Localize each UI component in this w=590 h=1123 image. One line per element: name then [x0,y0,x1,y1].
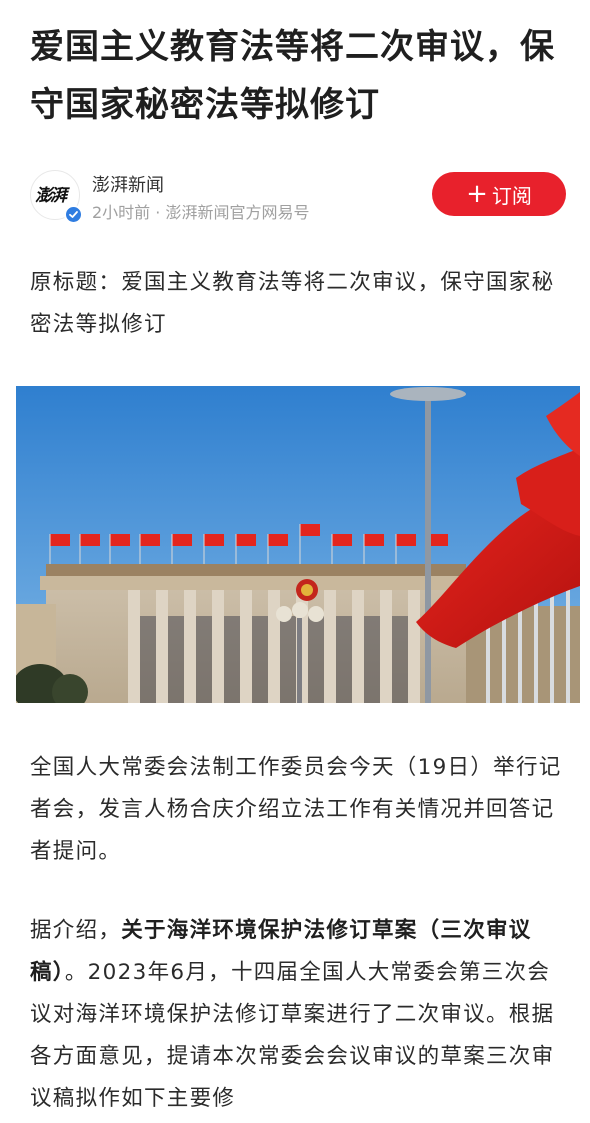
author-meta: 2小时前 · 澎湃新闻官方网易号 [92,203,310,222]
author-avatar[interactable]: 澎湃 [30,170,83,224]
verified-check-icon [64,205,83,224]
article-paragraph-2: 据介绍，关于海洋环境保护法修订草案（三次审议稿）。2023年6月，十四届全国人大… [30,910,566,1120]
article-paragraph-1: 全国人大常委会法制工作委员会今天（19日）举行记者会，发言人杨合庆介绍立法工作有… [30,755,562,864]
great-hall-illustration [16,386,580,703]
author-row: 澎湃 澎湃新闻 2小时前 · 澎湃新闻官方网易号 + 订阅 [30,168,566,224]
article-title: 爱国主义教育法等将二次审议，保守国家秘密法等拟修订 [30,27,555,125]
avatar-logo-text: 澎湃 [35,186,67,206]
plus-icon: + [466,179,488,209]
article-hero-image[interactable] [16,386,580,703]
paragraph-2-rest: 。2023年6月，十四届全国人大常委会第三次会议对海洋环境保护法修订草案进行了二… [30,960,555,1111]
author-name[interactable]: 澎湃新闻 [92,171,164,197]
paragraph-2-lead: 据介绍， [30,918,122,943]
subscribe-button[interactable]: + 订阅 [432,172,566,216]
original-title-paragraph: 原标题：爱国主义教育法等将二次审议，保守国家秘密法等拟修订 [30,270,555,337]
subscribe-label: 订阅 [491,183,532,208]
